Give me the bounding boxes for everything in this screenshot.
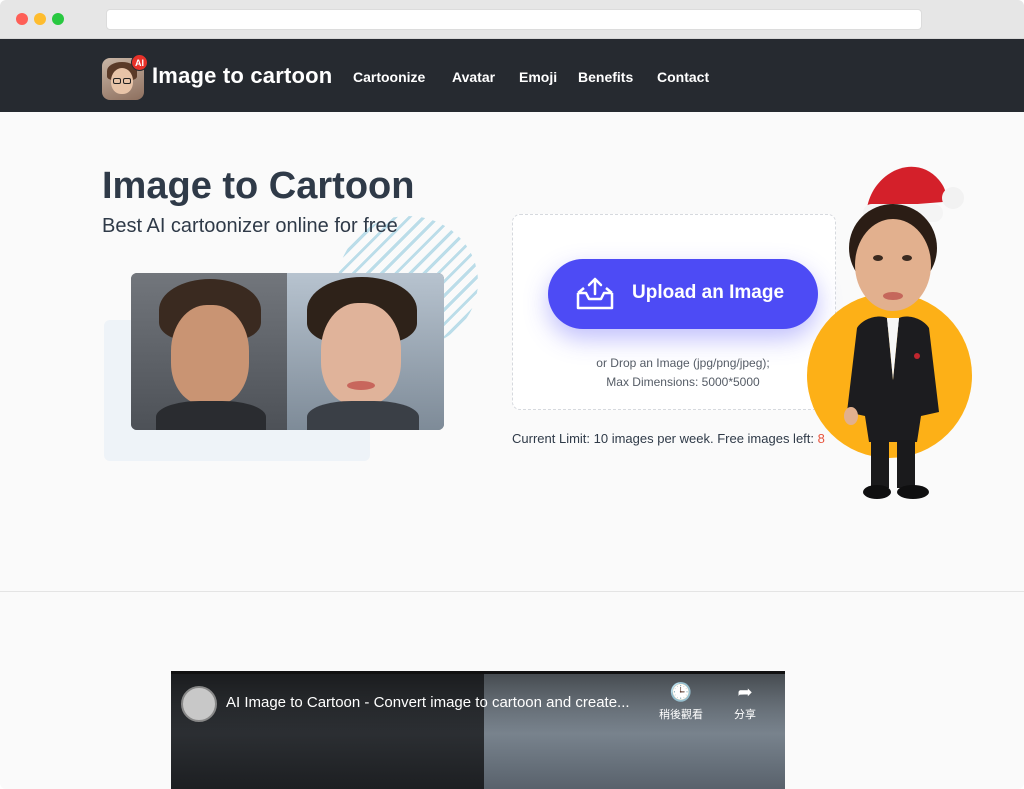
cartoon-photo [287,273,444,430]
page-subtitle: Best AI cartoonizer online for free [102,215,398,237]
nav-link-cartoonize[interactable]: Cartoonize [353,69,425,85]
share-arrow-icon: ➦ [737,682,753,703]
browser-chrome [0,0,1024,39]
minimize-window-button[interactable] [34,13,46,25]
ai-badge: AI [131,54,148,71]
share-button[interactable]: ➦ 分享 [720,684,770,722]
drop-hint-dimensions: Max Dimensions: 5000*5000 [606,375,760,389]
nav-link-emoji[interactable]: Emoji [519,69,557,85]
drop-hint-formats: or Drop an Image (jpg/png/jpeg); [596,356,770,370]
usage-limit-text: Current Limit: 10 images per week. Free … [512,431,818,446]
images-left-count: 8 [817,431,825,446]
nav-link-avatar[interactable]: Avatar [452,69,495,85]
clock-icon: 🕒 [669,682,693,703]
usage-limit: Current Limit: 10 images per week. Free … [512,431,825,446]
watch-later-label: 稍後觀看 [659,708,703,721]
address-bar[interactable] [106,9,922,30]
brand-name[interactable]: Image to cartoon [152,63,332,89]
video-title[interactable]: AI Image to Cartoon - Convert image to c… [226,694,630,711]
upload-button-label: Upload an Image [632,282,785,303]
youtube-video-embed[interactable]: AI Image to Cartoon - Convert image to c… [171,671,785,789]
upload-image-button[interactable]: Upload an Image [548,259,818,329]
close-window-button[interactable] [16,13,28,25]
before-after-image [131,273,444,430]
upload-tray-icon [576,277,614,310]
drop-hint: or Drop an Image (jpg/png/jpeg); Max Dim… [512,354,854,392]
page-title: Image to Cartoon [102,165,415,207]
maximize-window-button[interactable] [52,13,64,25]
channel-avatar[interactable] [181,686,217,722]
original-photo [131,273,287,430]
nav-link-benefits[interactable]: Benefits [578,69,633,85]
watch-later-button[interactable]: 🕒 稍後觀看 [656,684,706,722]
browser-window: AI Image to cartoon Cartoonize Avatar Em… [0,0,1024,789]
nav-link-contact[interactable]: Contact [657,69,709,85]
section-divider [0,591,1024,592]
share-label: 分享 [734,708,756,721]
cartoon-character-illustration [844,166,964,499]
